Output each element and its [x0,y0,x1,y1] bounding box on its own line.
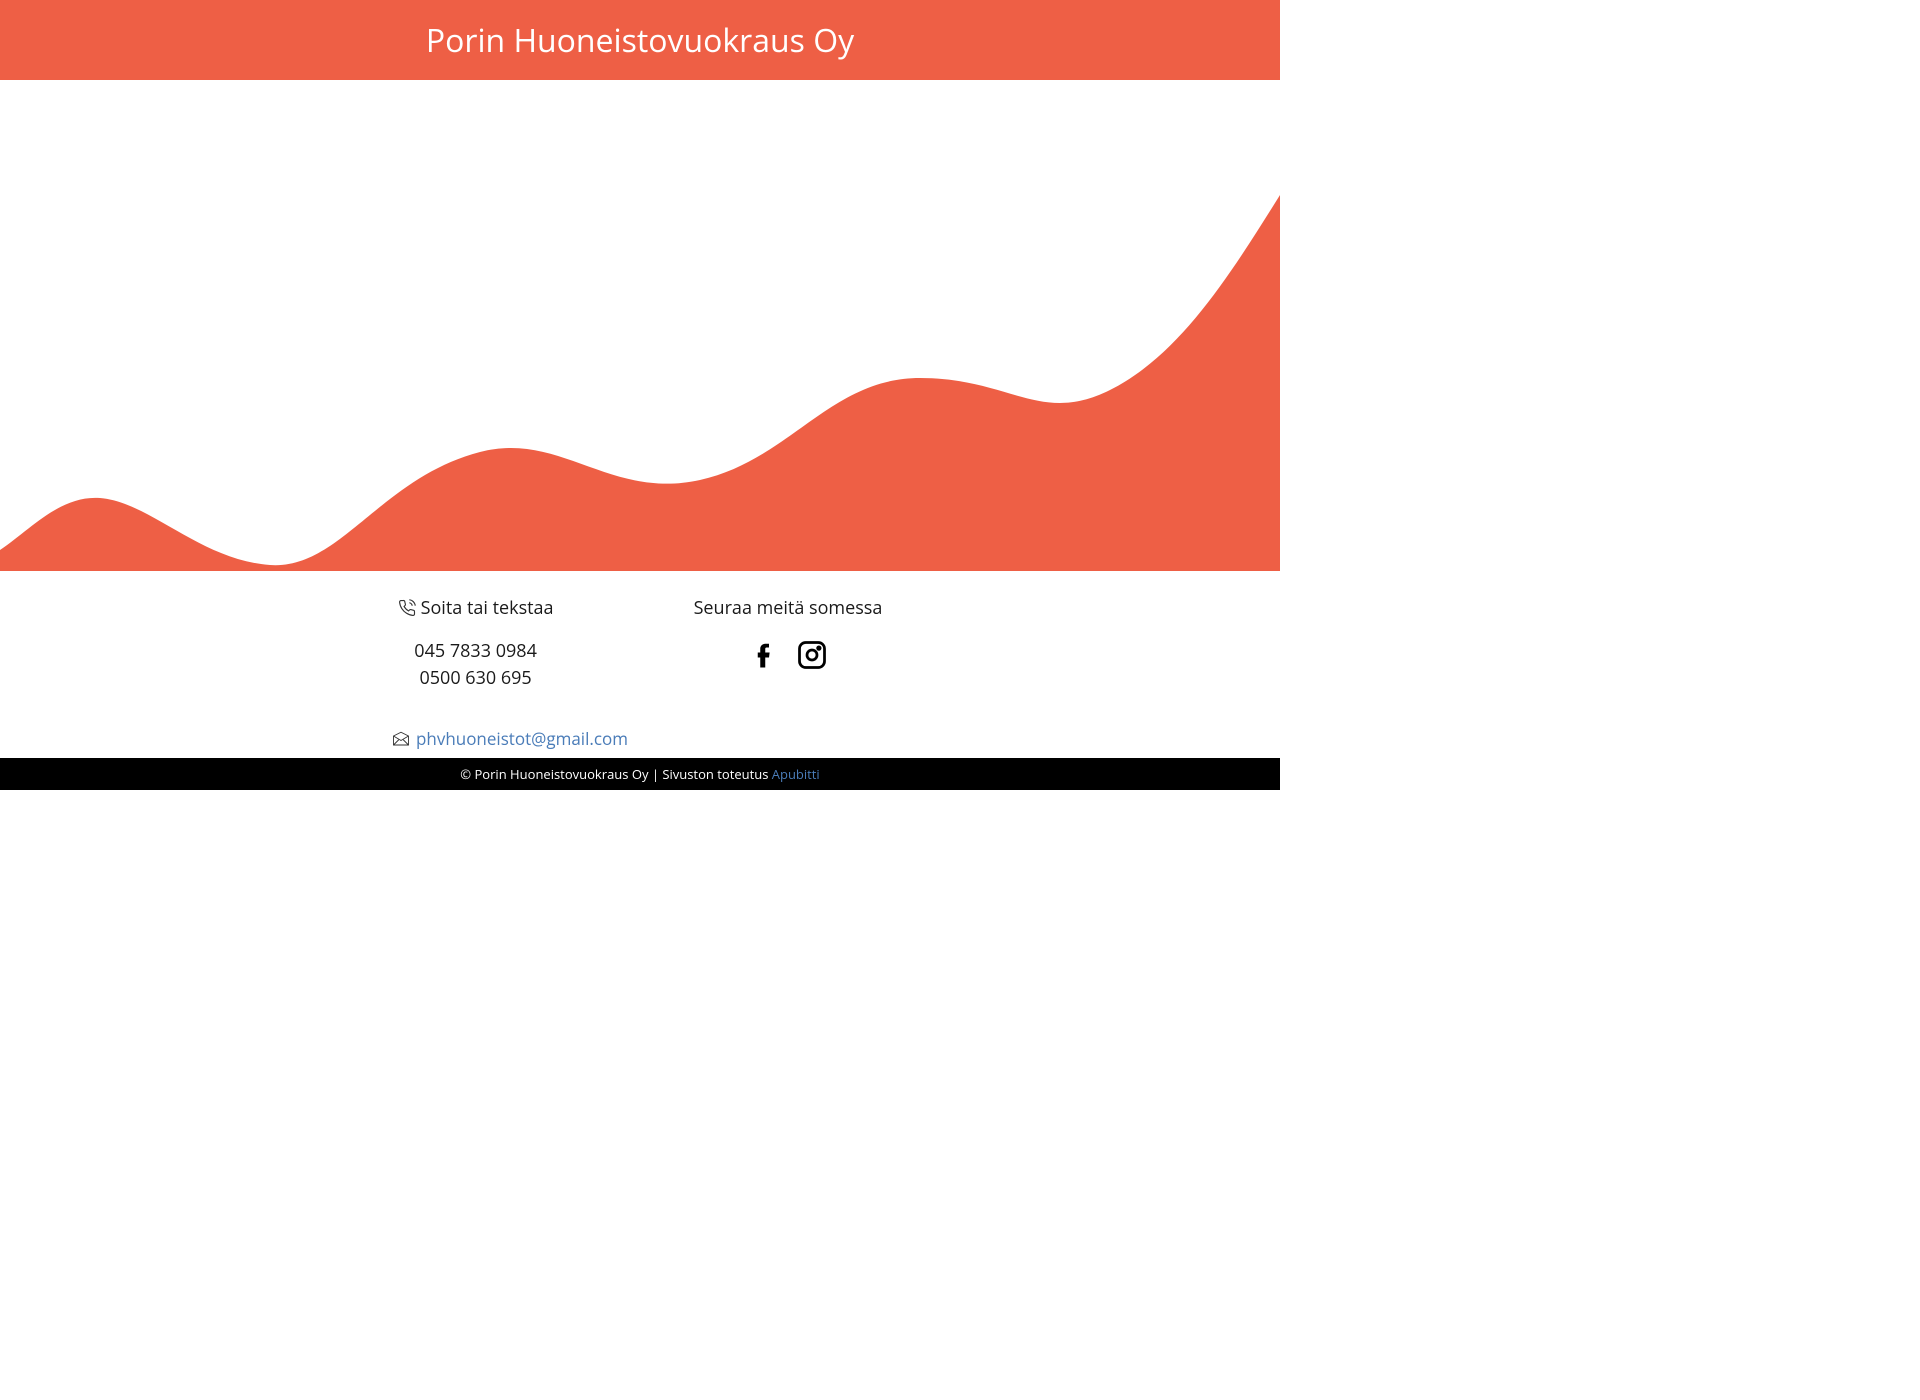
header: Porin Huoneistovuokraus Oy [0,0,1280,80]
footer-bar: © Porin Huoneistovuokraus Oy | Sivuston … [0,758,1280,790]
copyright-text: © Porin Huoneistovuokraus Oy | Sivuston … [460,765,772,783]
phone-heading: Soita tai tekstaa [398,596,554,620]
phone-icon [398,599,416,617]
page-title: Porin Huoneistovuokraus Oy [426,19,854,62]
social-column: Seuraa meitä somessa [694,596,883,692]
phone-heading-text: Soita tai tekstaa [421,596,554,620]
footer-credit-link[interactable]: Apubitti [772,765,820,783]
facebook-icon[interactable] [749,638,779,672]
instagram-icon[interactable] [797,638,827,672]
email-row: phvhuoneistot@gmail.com [0,727,1280,750]
hero-section [0,80,1280,571]
social-heading-text: Seuraa meitä somessa [694,596,883,620]
contact-section: Soita tai tekstaa 045 7833 0984 0500 630… [0,571,1280,707]
phone-column: Soita tai tekstaa 045 7833 0984 0500 630… [398,596,554,692]
social-heading: Seuraa meitä somessa [694,596,883,620]
social-icons-container [694,638,883,672]
envelope-icon [392,731,410,747]
phone-number-1[interactable]: 045 7833 0984 [398,638,554,665]
phone-number-2[interactable]: 0500 630 695 [398,665,554,692]
wave-decoration [0,80,1280,571]
email-link[interactable]: phvhuoneistot@gmail.com [416,727,628,750]
